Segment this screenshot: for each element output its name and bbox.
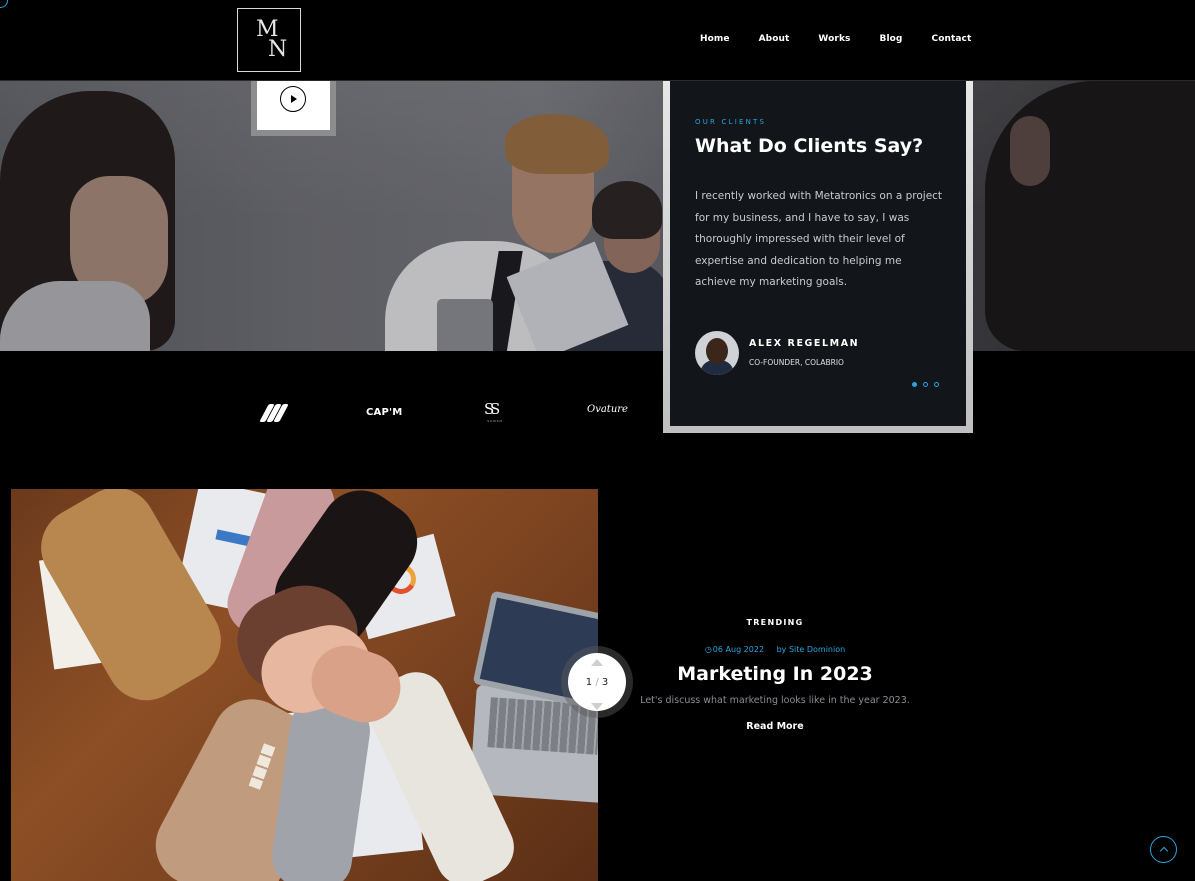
nav-works[interactable]: Works bbox=[818, 34, 850, 44]
nav-home[interactable]: Home bbox=[700, 34, 730, 44]
scroll-top-icon bbox=[1159, 846, 1168, 856]
nav-blog[interactable]: Blog bbox=[880, 34, 903, 44]
avatar-head bbox=[706, 338, 728, 364]
slide-counter: 1 / 3 bbox=[561, 677, 633, 688]
arrow-down-icon[interactable] bbox=[591, 703, 603, 710]
client-logo-ss-mark: SS bbox=[484, 400, 500, 418]
client-logo-ss-sub: SUNSH bbox=[487, 419, 503, 423]
post-summary: TRENDING ◷06 Aug 2022 by Site Dominion M… bbox=[620, 618, 930, 733]
nav-contact[interactable]: Contact bbox=[931, 34, 971, 44]
client-logo-stripes bbox=[259, 402, 289, 424]
pagination-dot-3[interactable] bbox=[934, 382, 939, 387]
read-more-link[interactable]: Read More bbox=[746, 721, 803, 732]
client-logo-script: Ovature bbox=[587, 404, 628, 415]
post-date-text: 06 Aug 2022 bbox=[712, 645, 765, 654]
testimonial-author-name: ALEX REGELMAN bbox=[749, 338, 860, 349]
pagination-dot-2[interactable] bbox=[923, 382, 928, 387]
slide-total: 3 bbox=[601, 677, 609, 688]
hero-image bbox=[0, 81, 1195, 351]
hero-overlay bbox=[0, 81, 1195, 351]
site-header: M N Home About Works Blog Contact bbox=[0, 0, 1195, 81]
post-excerpt: Let's discuss what marketing looks like … bbox=[640, 695, 910, 706]
post-image bbox=[11, 489, 598, 881]
testimonial-pagination bbox=[912, 382, 945, 387]
post-author[interactable]: by Site Dominion bbox=[777, 645, 846, 654]
site-logo[interactable]: M N bbox=[237, 8, 301, 72]
testimonial-card: OUR CLIENTS What Do Clients Say? I recen… bbox=[670, 81, 966, 426]
slide-separator: / bbox=[595, 677, 599, 688]
testimonial-eyebrow: OUR CLIENTS bbox=[695, 118, 767, 126]
post-meta: ◷06 Aug 2022 by Site Dominion bbox=[620, 645, 930, 654]
post-slider-nav: 1 / 3 bbox=[561, 646, 633, 718]
post-date[interactable]: ◷06 Aug 2022 bbox=[705, 645, 764, 654]
client-logo-capm: CAP'M bbox=[366, 407, 403, 418]
nav-about[interactable]: About bbox=[759, 34, 790, 44]
avatar bbox=[695, 331, 739, 375]
arrow-up-icon[interactable] bbox=[591, 659, 603, 666]
main-nav: Home About Works Blog Contact bbox=[700, 34, 971, 44]
testimonial-author-role: CO-FOUNDER, COLABRIO bbox=[749, 358, 844, 367]
client-logo-ss: SS SUNSH bbox=[484, 402, 506, 424]
pagination-dot-1[interactable] bbox=[912, 382, 917, 387]
post-title[interactable]: Marketing In 2023 bbox=[620, 663, 930, 685]
testimonial-quote: I recently worked with Metatronics on a … bbox=[695, 190, 943, 288]
logo-letter-n: N bbox=[268, 37, 288, 62]
post-tag: TRENDING bbox=[746, 618, 804, 627]
clock-icon: ◷ bbox=[704, 645, 712, 654]
play-button[interactable] bbox=[280, 86, 306, 112]
play-icon bbox=[291, 95, 297, 103]
scroll-top-button[interactable] bbox=[1150, 836, 1177, 863]
testimonial-title: What Do Clients Say? bbox=[695, 135, 924, 157]
slide-current: 1 bbox=[585, 677, 593, 688]
